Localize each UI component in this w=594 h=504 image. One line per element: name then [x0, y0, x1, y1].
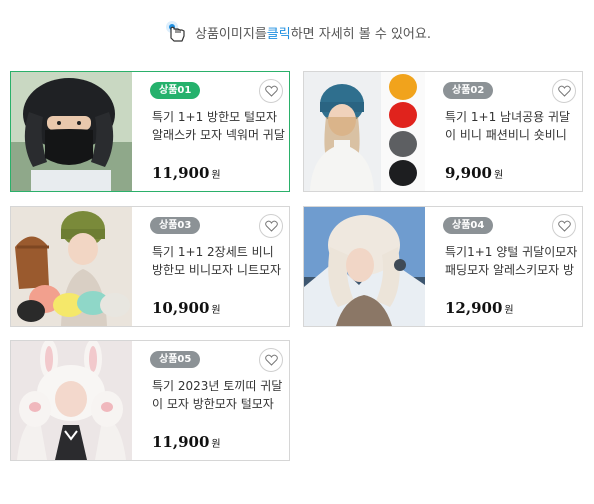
product-image-04[interactable] [304, 207, 425, 326]
product-title-02[interactable]: 특기 1+1 남녀공용 귀달이 비니 패션비니 숏비니 겨울 [445, 108, 578, 144]
heart-icon[interactable] [259, 214, 283, 238]
heart-icon[interactable] [552, 214, 576, 238]
product-info-03: 상품03 특기 1+1 2장세트 비니 방한모 비니모자 니트모자 골지 10,… [142, 207, 289, 326]
heart-icon[interactable] [259, 348, 283, 372]
product-badge-05: 상품05 [150, 351, 201, 368]
click-hint: 상품이미지를 클릭 하면 자세히 볼 수 있어요. [0, 18, 594, 46]
product-card-01[interactable]: 상품01 특기 1+1 방한모 털모자 알래스카 모자 넥워머 귀달이 11,9… [10, 71, 290, 192]
price-unit: 원 [493, 170, 504, 181]
product-info-02: 상품02 특기 1+1 남녀공용 귀달이 비니 패션비니 숏비니 겨울 9,90… [435, 72, 582, 191]
price-unit: 원 [504, 305, 514, 316]
price-unit: 원 [211, 170, 221, 181]
product-badge-04: 상품04 [443, 217, 494, 234]
product-badge-03: 상품03 [150, 217, 201, 234]
product-info-04: 상품04 특기1+1 양털 귀달이모자 패딩모자 알레스키모자 방한모 12,9… [435, 207, 582, 326]
product-card-05[interactable]: 상품05 특기 2023년 토끼띠 귀달이 모자 방한모자 털모자 목도 11,… [10, 340, 290, 461]
product-price-05: 11,900 원 [152, 433, 221, 451]
price-value: 9,900 [445, 164, 492, 182]
product-price-02: 9,900 원 [445, 164, 503, 182]
product-price-01: 11,900 원 [152, 164, 221, 182]
price-value: 11,900 [152, 433, 210, 451]
product-price-03: 10,900 원 [152, 299, 221, 317]
price-value: 10,900 [152, 299, 210, 317]
product-info-05: 상품05 특기 2023년 토끼띠 귀달이 모자 방한모자 털모자 목도 11,… [142, 341, 289, 460]
heart-icon[interactable] [552, 79, 576, 103]
product-card-03[interactable]: 상품03 특기 1+1 2장세트 비니 방한모 비니모자 니트모자 골지 10,… [10, 206, 290, 327]
product-badge-01: 상품01 [150, 82, 201, 99]
product-price-04: 12,900 원 [445, 299, 514, 317]
product-image-05[interactable] [11, 341, 132, 460]
price-unit: 원 [211, 439, 221, 450]
product-image-01[interactable] [11, 72, 132, 191]
price-unit: 원 [211, 305, 221, 316]
product-badge-02: 상품02 [443, 82, 494, 99]
product-title-04[interactable]: 특기1+1 양털 귀달이모자 패딩모자 알레스키모자 방한모 [445, 243, 578, 279]
product-card-04[interactable]: 상품04 특기1+1 양털 귀달이모자 패딩모자 알레스키모자 방한모 12,9… [303, 206, 583, 327]
product-title-05[interactable]: 특기 2023년 토끼띠 귀달이 모자 방한모자 털모자 목도 [152, 377, 285, 413]
product-title-01[interactable]: 특기 1+1 방한모 털모자 알래스카 모자 넥워머 귀달이 [152, 108, 285, 144]
hint-text-after: 하면 자세히 볼 수 있어요. [290, 26, 431, 42]
hint-text-before: 상품이미지를 [195, 26, 267, 42]
product-image-02[interactable] [304, 72, 425, 191]
hand-pointer-icon [163, 19, 189, 45]
product-info-01: 상품01 특기 1+1 방한모 털모자 알래스카 모자 넥워머 귀달이 11,9… [142, 72, 289, 191]
price-value: 11,900 [152, 164, 210, 182]
hint-text-highlight: 클릭 [266, 26, 291, 42]
product-title-03[interactable]: 특기 1+1 2장세트 비니 방한모 비니모자 니트모자 골지 [152, 243, 285, 279]
product-image-03[interactable] [11, 207, 132, 326]
price-value: 12,900 [445, 299, 503, 317]
product-card-02[interactable]: 상품02 특기 1+1 남녀공용 귀달이 비니 패션비니 숏비니 겨울 9,90… [303, 71, 583, 192]
heart-icon[interactable] [259, 79, 283, 103]
